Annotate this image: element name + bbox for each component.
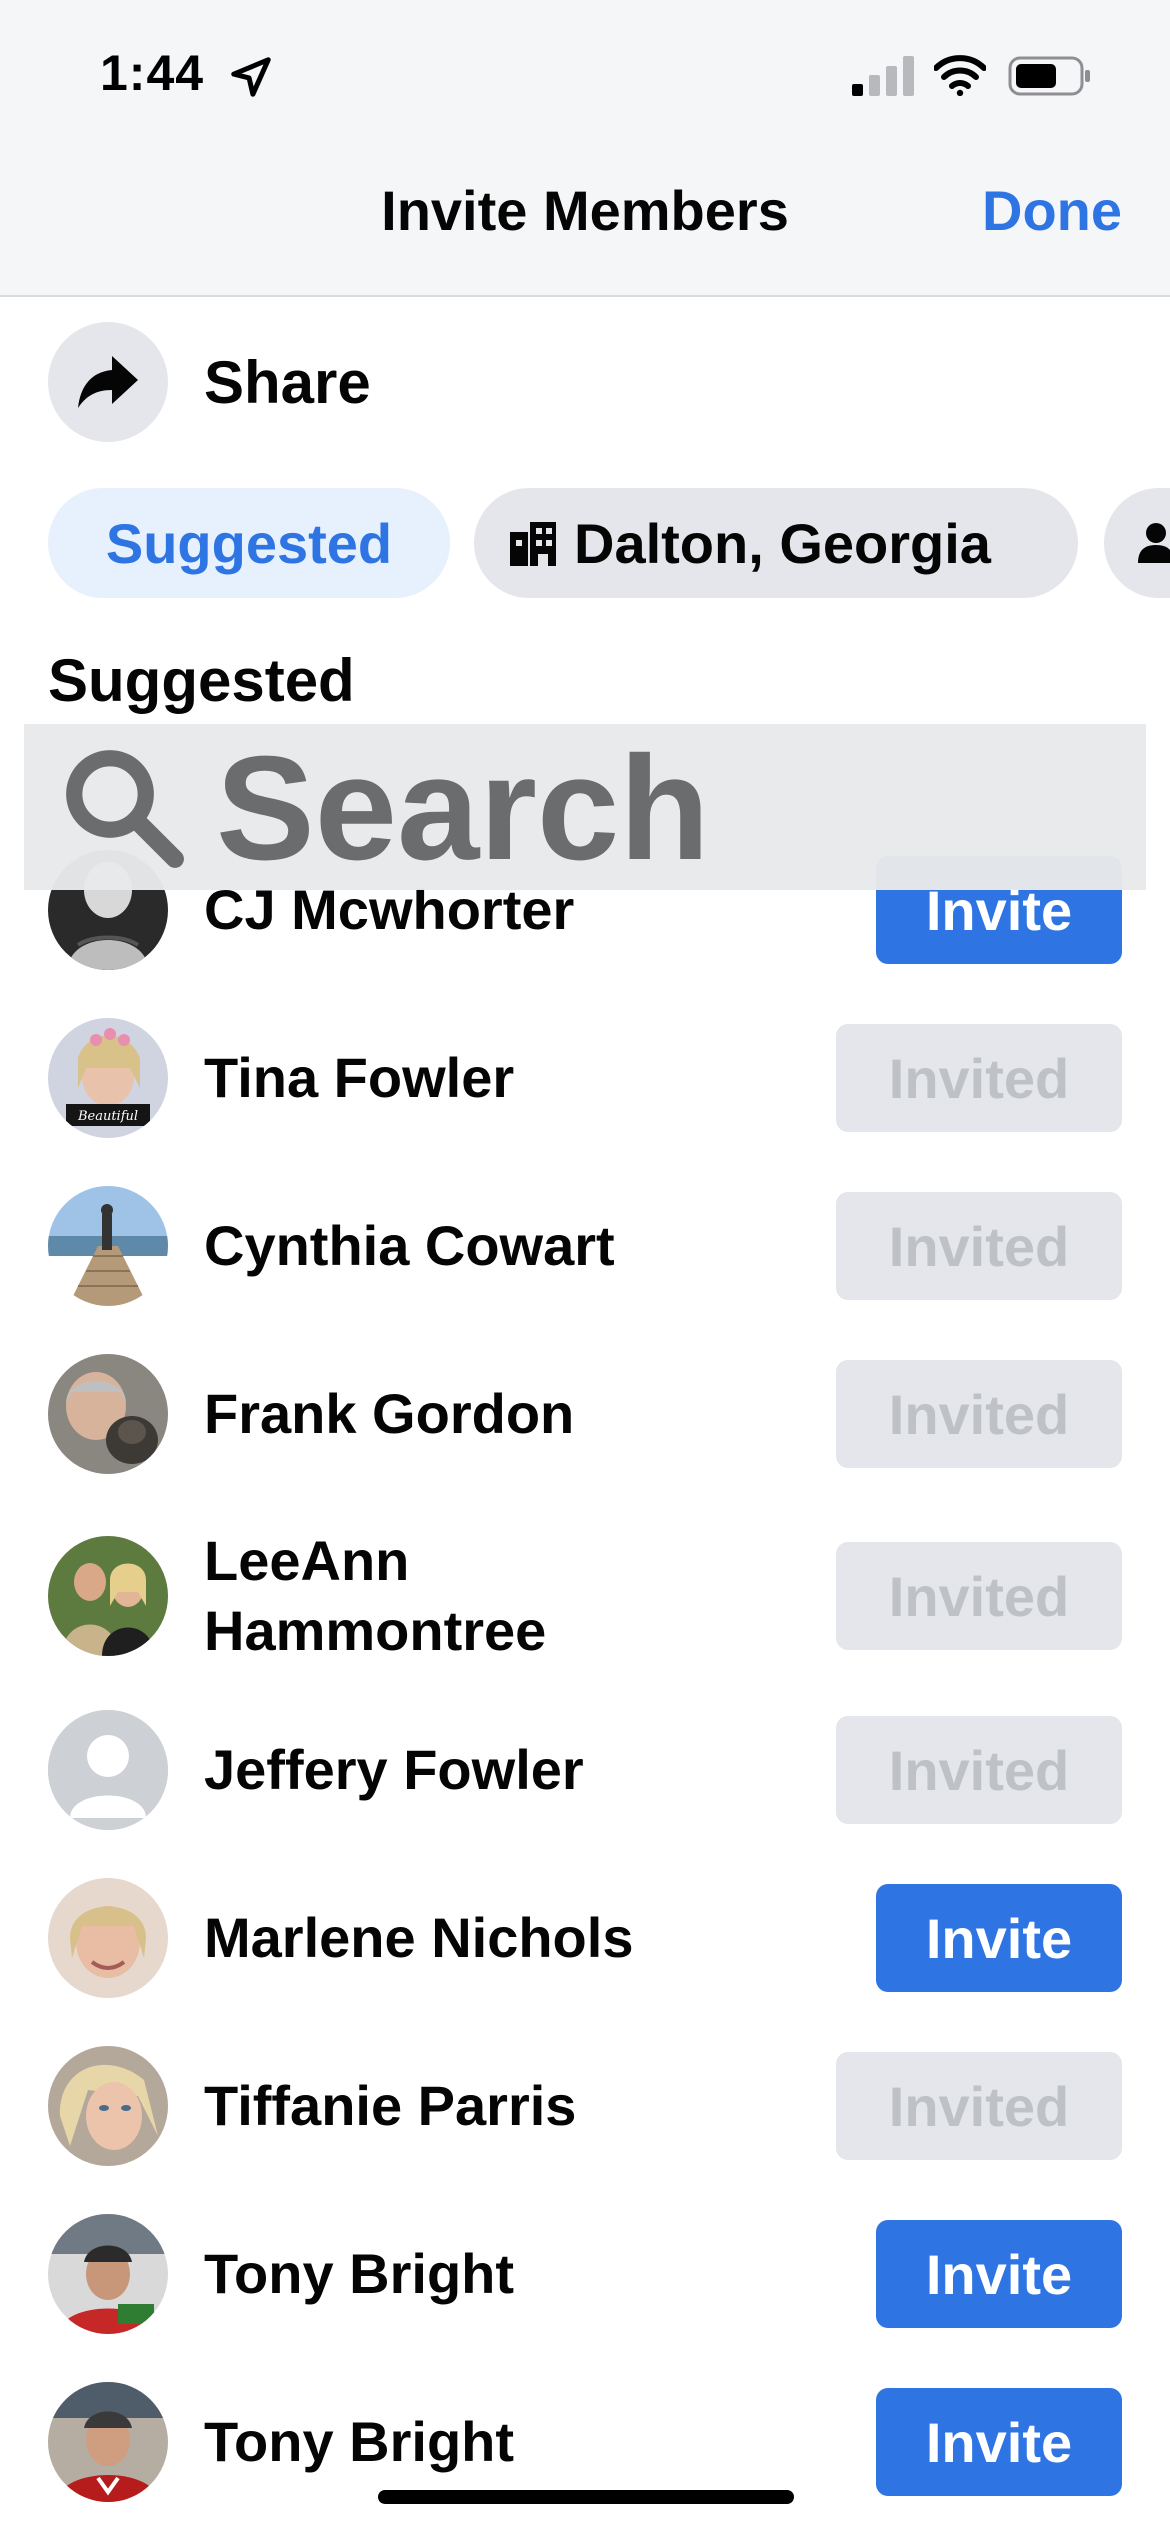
list-item: Beautiful Tina Fowler Invited: [0, 994, 1170, 1162]
list-item: Cynthia Cowart Invited: [0, 1162, 1170, 1330]
svg-text:Beautiful: Beautiful: [77, 1109, 138, 1124]
status-time: 1:44: [100, 45, 205, 101]
avatar: [48, 1536, 168, 1656]
tab-groups[interactable]: [1104, 488, 1170, 598]
member-name: Jeffery Fowler: [204, 1738, 584, 1801]
share-button[interactable]: [48, 322, 168, 442]
member-name: LeeAnn Hammontree: [204, 1529, 547, 1662]
invite-button[interactable]: Invite: [876, 2388, 1122, 2496]
list-item: Tiffanie Parris Invited: [0, 2022, 1170, 2190]
member-name: Cynthia Cowart: [204, 1214, 615, 1277]
invite-button[interactable]: Invite: [876, 2220, 1122, 2328]
avatar: [48, 2046, 168, 2166]
share-label[interactable]: Share: [204, 348, 371, 417]
invited-button[interactable]: Invited: [836, 1360, 1122, 1468]
tab-suggested[interactable]: Suggested: [48, 488, 450, 598]
cellular-signal-icon: [852, 56, 914, 96]
member-name: Marlene Nichols: [204, 1906, 634, 1969]
list-item: Tony Bright Invite: [0, 2190, 1170, 2358]
wifi-icon: [934, 55, 986, 96]
location-arrow-icon: [231, 57, 271, 97]
search-placeholder: Search: [216, 726, 710, 891]
invited-button[interactable]: Invited: [836, 1716, 1122, 1824]
done-button[interactable]: Done: [982, 178, 1122, 243]
section-title: Suggested: [48, 647, 355, 714]
invited-button[interactable]: Invited: [836, 1542, 1122, 1650]
list-item: Frank Gordon Invited: [0, 1330, 1170, 1498]
member-name: Tony Bright: [204, 2410, 515, 2473]
member-name: Frank Gordon: [204, 1382, 575, 1445]
list-item: Marlene Nichols Invite: [0, 1854, 1170, 2022]
share-arrow-icon: [78, 356, 138, 408]
search-input[interactable]: Search: [24, 724, 1146, 890]
avatar: [48, 1186, 168, 1306]
member-name: Tiffanie Parris: [204, 2074, 577, 2137]
invited-button[interactable]: Invited: [836, 2052, 1122, 2160]
invite-button[interactable]: Invite: [876, 1884, 1122, 1992]
avatar: Beautiful: [48, 1018, 168, 1138]
tab-location-label: Dalton, Georgia: [574, 511, 991, 575]
invite-members-screen: 1:44 Invite Members Done Share Suggested…: [0, 0, 1170, 2532]
tab-location[interactable]: Dalton, Georgia: [474, 488, 1078, 598]
avatar: [48, 1710, 168, 1830]
avatar: [48, 2382, 168, 2502]
invited-button[interactable]: Invited: [836, 1192, 1122, 1300]
city-icon: [510, 522, 556, 566]
home-indicator[interactable]: [378, 2490, 794, 2504]
member-name: Tony Bright: [204, 2242, 515, 2305]
people-icon: [1138, 523, 1170, 563]
invited-button[interactable]: Invited: [836, 1024, 1122, 1132]
tab-suggested-label: Suggested: [105, 511, 393, 575]
avatar: [48, 1354, 168, 1474]
list-item: LeeAnn Hammontree Invited: [0, 1508, 1170, 1684]
search-icon: [66, 750, 184, 868]
avatar: [48, 1878, 168, 1998]
avatar: [48, 2214, 168, 2334]
list-item: Jeffery Fowler Invited: [0, 1686, 1170, 1854]
member-name: Tina Fowler: [204, 1046, 515, 1109]
battery-icon: [1008, 56, 1090, 96]
top-bar: 1:44 Invite Members Done: [0, 0, 1170, 297]
